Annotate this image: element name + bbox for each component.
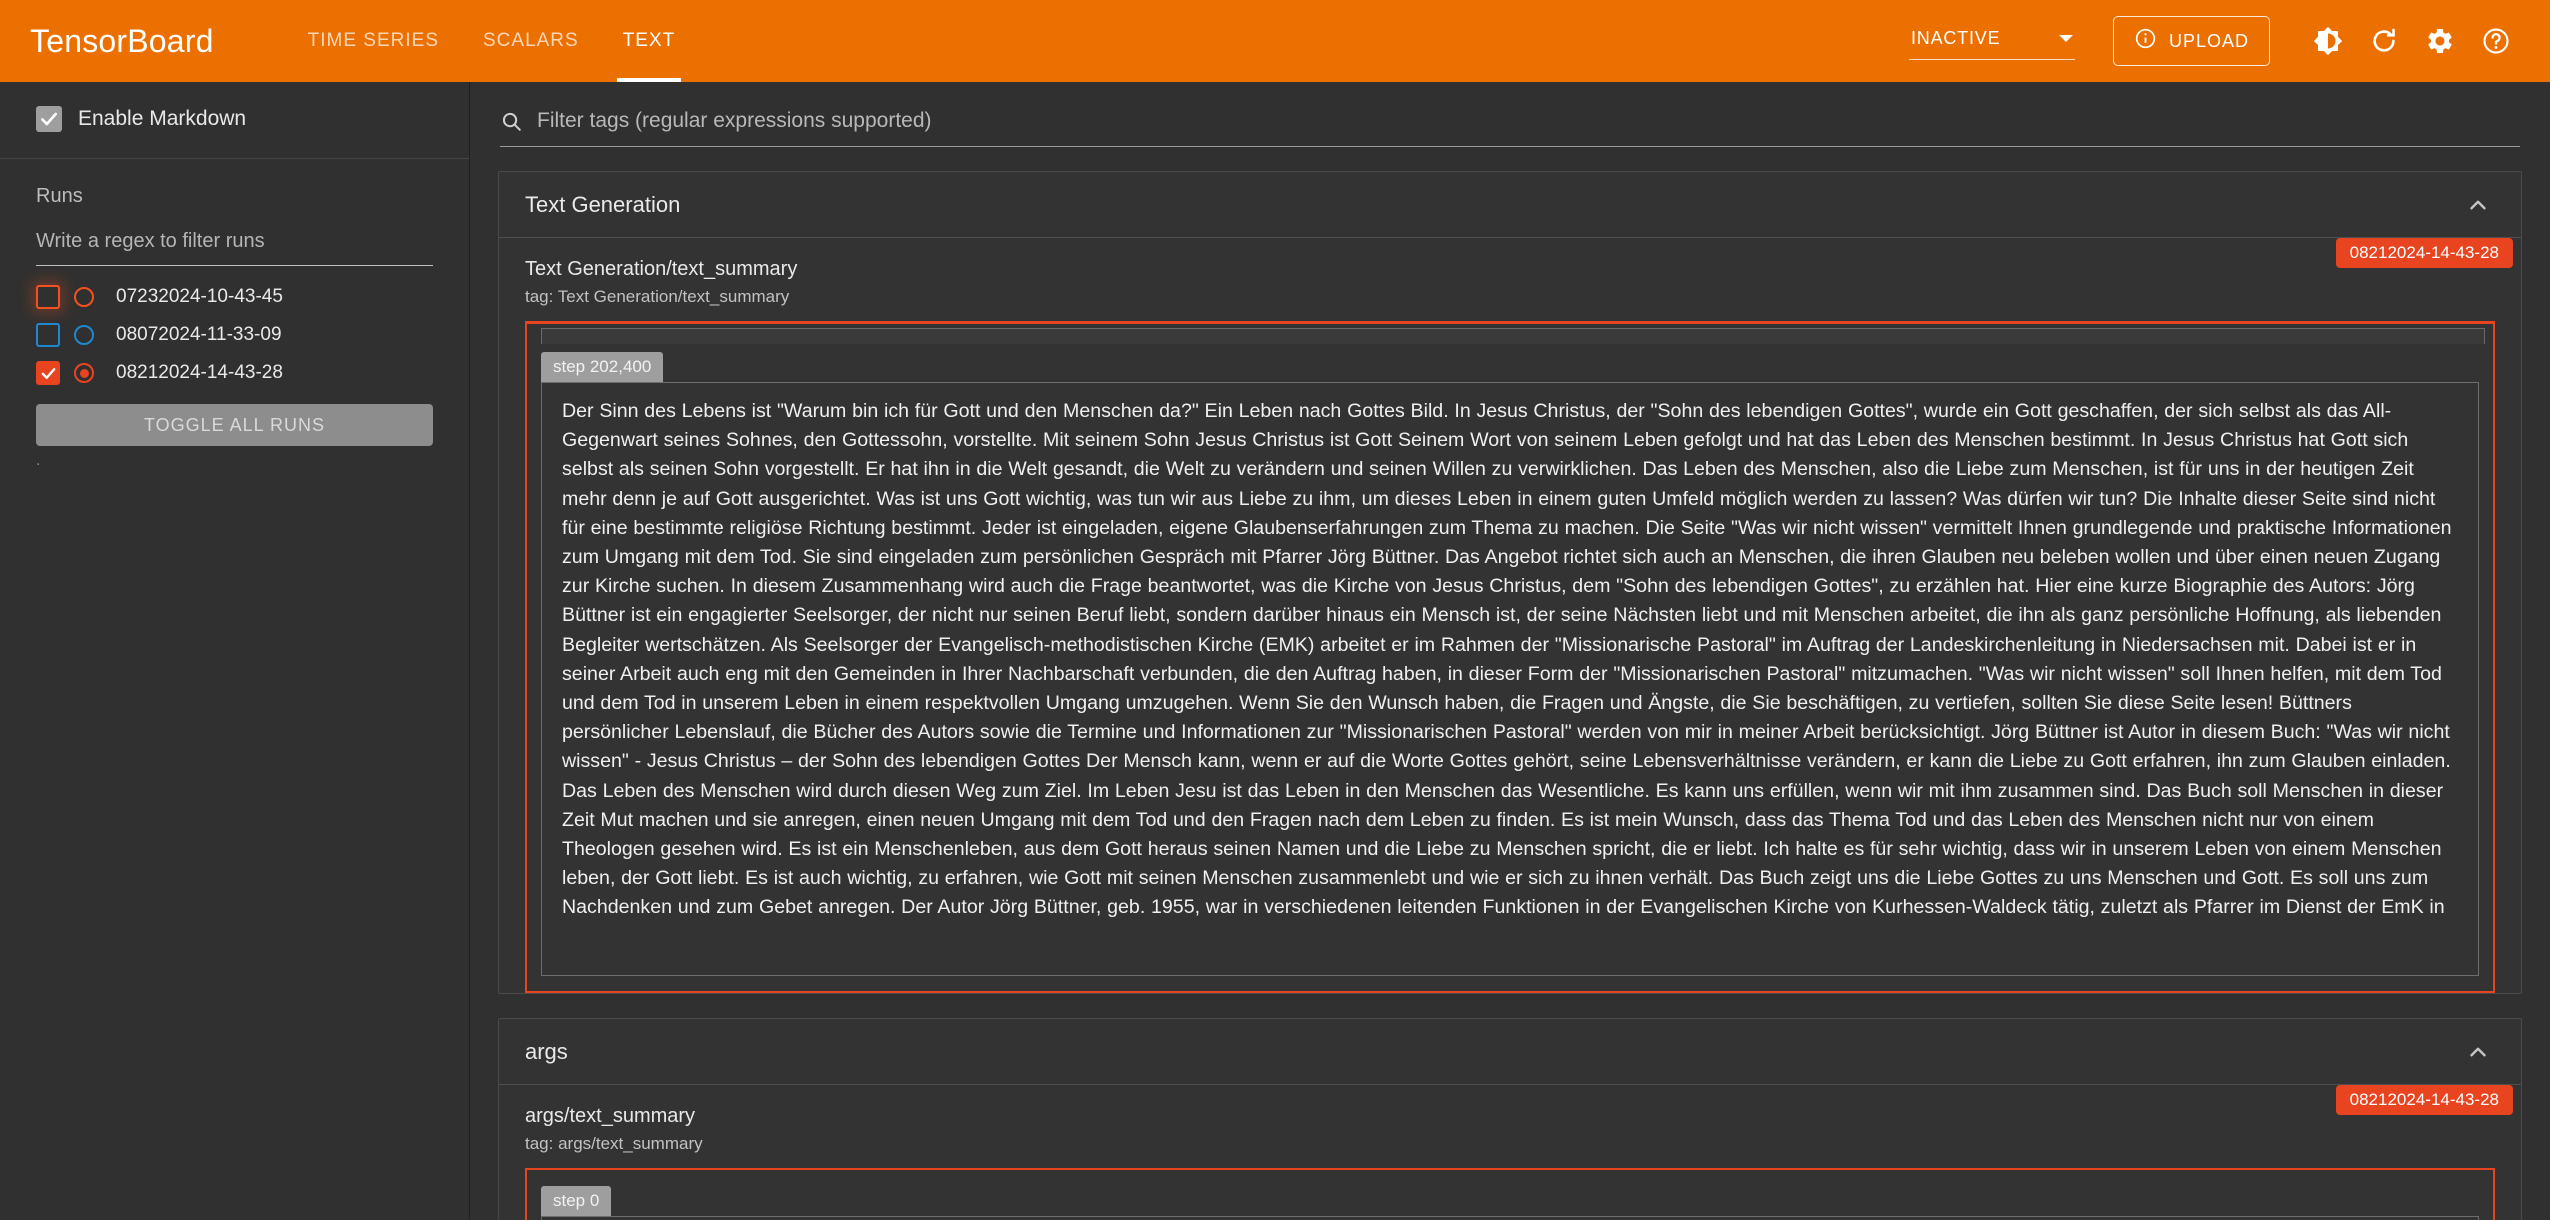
chevron-up-icon[interactable] — [2465, 1039, 2491, 1065]
run-regex-input[interactable] — [36, 230, 433, 266]
search-icon — [500, 110, 523, 133]
info-icon — [2134, 27, 2157, 55]
brightness-icon — [2313, 26, 2343, 56]
tag-subtitle: tag: args/text_summary — [525, 1134, 703, 1153]
help-button[interactable] — [2468, 13, 2524, 69]
run-list: 07232024-10-43-45 08072024-11-33-09 0821… — [0, 266, 469, 392]
runs-heading: Runs — [36, 185, 83, 207]
upload-label: UPLOAD — [2168, 30, 2249, 51]
chevron-up-icon[interactable] — [2465, 192, 2491, 218]
text-sample-panel: step 202,400 Der Sinn des Lebens ist "Wa… — [525, 321, 2495, 993]
main-content: Text Generation 08212024-14-43-28 Text G… — [470, 82, 2550, 1220]
step-chip: step 0 — [541, 1186, 612, 1216]
tag-filter-input[interactable] — [535, 108, 2520, 134]
tag-filter-bar — [500, 108, 2520, 147]
run-checkbox-2[interactable] — [36, 361, 60, 385]
enable-markdown-row[interactable]: Enable Markdown — [0, 82, 469, 158]
tag-subtitle: tag: Text Generation/text_summary — [525, 287, 790, 306]
run-item-1[interactable]: 08072024-11-33-09 — [36, 316, 433, 354]
refresh-icon — [2369, 26, 2399, 56]
top-toolbar: TensorBoard TIME SERIES SCALARS TEXT INA… — [0, 0, 2550, 82]
run-color-dot-0 — [74, 287, 94, 307]
card-text-generation: Text Generation 08212024-14-43-28 Text G… — [498, 171, 2522, 994]
app-brand: TensorBoard — [30, 22, 214, 59]
panel-top-scroll-edge[interactable] — [541, 328, 2485, 344]
enable-markdown-checkbox[interactable] — [36, 106, 62, 132]
main-nav-tabs: TIME SERIES SCALARS TEXT — [286, 0, 698, 82]
tab-scalars[interactable]: SCALARS — [461, 0, 601, 82]
card-header-text-generation[interactable]: Text Generation — [499, 172, 2521, 238]
text-output-body: Der Sinn des Lebens ist "Warum bin ich f… — [562, 400, 2452, 919]
run-badge: 08212024-14-43-28 — [2335, 238, 2513, 268]
card-args: args 08212024-14-43-28 args/text_summary… — [498, 1018, 2522, 1220]
run-badge: 08212024-14-43-28 — [2335, 1085, 2513, 1115]
text-output-box[interactable] — [541, 1216, 2479, 1220]
regex-filter-wrap — [0, 208, 469, 266]
run-item-2[interactable]: 08212024-14-43-28 — [36, 354, 433, 392]
tag-title: Text Generation/text_summary — [525, 258, 798, 280]
run-status-label: INACTIVE — [1910, 28, 2001, 48]
card-title: args — [525, 1038, 568, 1064]
run-label-0: 07232024-10-43-45 — [116, 286, 283, 307]
tag-title: args/text_summary — [525, 1105, 696, 1127]
left-sidebar: Enable Markdown Runs 07232024-10-43-45 0… — [0, 82, 470, 1220]
step-chip: step 202,400 — [541, 352, 664, 382]
run-item-0[interactable]: 07232024-10-43-45 — [36, 278, 433, 316]
run-status-dropdown[interactable]: INACTIVE — [1908, 22, 2075, 60]
gear-icon — [2425, 26, 2455, 56]
run-checkbox-0[interactable] — [36, 285, 60, 309]
run-color-dot-2 — [74, 363, 94, 383]
toggle-all-runs-button[interactable]: TOGGLE ALL RUNS — [36, 404, 433, 446]
card-header-args[interactable]: args — [499, 1019, 2521, 1085]
brightness-toggle-button[interactable] — [2300, 13, 2356, 69]
sidebar-footer-dot: . — [36, 452, 41, 469]
settings-button[interactable] — [2412, 13, 2468, 69]
toolbar-actions: INACTIVE UPLOAD — [1908, 13, 2524, 69]
run-label-1: 08072024-11-33-09 — [116, 324, 282, 345]
card-body-args: 08212024-14-43-28 args/text_summary tag:… — [499, 1085, 2521, 1220]
run-label-2: 08212024-14-43-28 — [116, 362, 283, 383]
enable-markdown-label: Enable Markdown — [78, 107, 247, 130]
chevron-down-icon — [2058, 35, 2073, 42]
run-checkbox-1[interactable] — [36, 323, 60, 347]
text-sample-panel: step 0 — [525, 1168, 2495, 1220]
upload-button[interactable]: UPLOAD — [2112, 16, 2270, 66]
refresh-button[interactable] — [2356, 13, 2412, 69]
tab-time-series[interactable]: TIME SERIES — [286, 0, 461, 82]
tab-text[interactable]: TEXT — [601, 0, 698, 82]
page-body: Enable Markdown Runs 07232024-10-43-45 0… — [0, 82, 2550, 1220]
help-icon — [2481, 26, 2511, 56]
text-output-box[interactable]: Der Sinn des Lebens ist "Warum bin ich f… — [541, 382, 2479, 976]
card-body-text-generation: 08212024-14-43-28 Text Generation/text_s… — [499, 238, 2521, 993]
card-title: Text Generation — [525, 191, 681, 217]
run-color-dot-1 — [74, 325, 94, 345]
